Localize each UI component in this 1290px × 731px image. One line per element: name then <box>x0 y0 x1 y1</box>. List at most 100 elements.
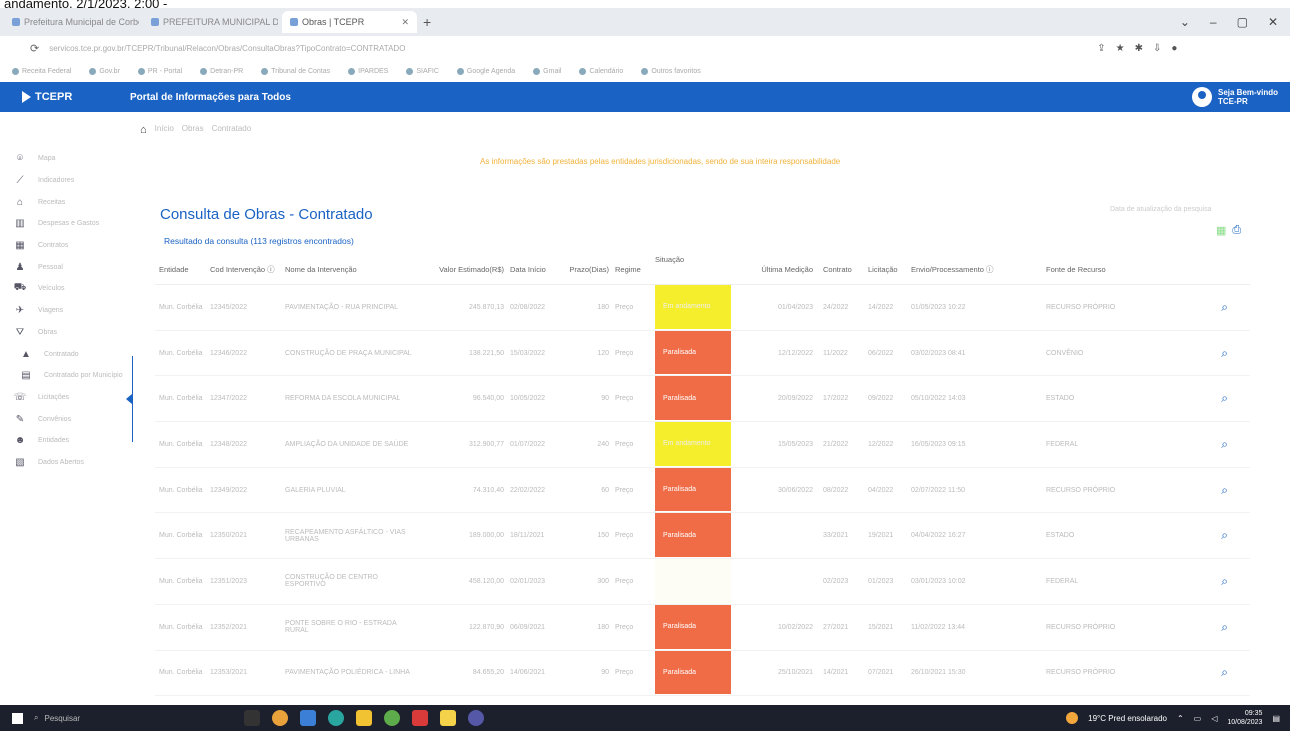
cell-inicio: 22/02/2022 <box>510 486 546 494</box>
bookmark[interactable]: Outros favoritos <box>641 67 701 75</box>
sidebar-item[interactable]: ▥ Despesas e Gastos <box>12 213 132 235</box>
cell-contrato: 14/2021 <box>823 669 849 677</box>
cell-prazo: 300 <box>597 577 609 585</box>
search-icon[interactable]: ⌕ <box>1221 437 1228 451</box>
sidebar-item[interactable]: ♟ Pessoal <box>12 256 132 278</box>
sidebar-item[interactable]: ✈ Viagens <box>12 300 132 322</box>
cell-envio: 04/04/2022 16:27 <box>911 532 966 540</box>
cell-licitacao: 07/2021 <box>868 669 894 677</box>
search-icon[interactable]: ⌕ <box>1221 665 1228 679</box>
print-icon[interactable]: ⎙ <box>1232 224 1241 237</box>
bookmark[interactable]: Receita Federal <box>12 67 71 75</box>
cell-medicao: 25/10/2021 <box>777 669 813 677</box>
column-header[interactable]: Contrato <box>823 265 868 274</box>
tcepr-logo[interactable]: TCEPR <box>0 91 130 103</box>
column-header[interactable]: Última Medição <box>735 265 823 274</box>
tray-arrow-icon[interactable]: ⌃ <box>1177 714 1184 723</box>
column-header[interactable]: Envio/Processamento ⓘ <box>911 264 1046 275</box>
search-icon[interactable]: ⌕ <box>1221 346 1228 360</box>
column-header[interactable]: Licitação <box>868 265 911 274</box>
table-body: Mun. Corbélia 12345/2022 PAVIMENTAÇÃO - RU… <box>155 285 1250 697</box>
action-cell: ⌕ <box>1161 665 1236 680</box>
bookmark[interactable]: Tribunal de Contas <box>261 67 330 75</box>
file-explorer-icon[interactable] <box>300 710 316 726</box>
clock[interactable]: 09:35 10/08/2023 <box>1227 709 1262 727</box>
extensions-icon[interactable]: ✱ <box>1135 43 1143 54</box>
breadcrumb-item[interactable]: Obras <box>182 124 204 136</box>
minimize-icon[interactable]: – <box>1210 15 1217 29</box>
search-icon[interactable]: ⌕ <box>1221 574 1228 588</box>
bookmark[interactable]: Calendário <box>579 67 623 75</box>
search-icon[interactable]: ⌕ <box>1221 620 1228 634</box>
folder-icon[interactable] <box>356 710 372 726</box>
column-header[interactable]: Situação <box>655 255 735 284</box>
bookmark[interactable]: Gov.br <box>89 67 120 75</box>
edge-icon[interactable] <box>328 710 344 726</box>
column-header[interactable]: Prazo(Dias) <box>560 265 615 274</box>
close-window-icon[interactable]: ✕ <box>1268 15 1278 29</box>
profile-icon[interactable]: ● <box>1171 43 1177 54</box>
chrome-icon[interactable] <box>272 710 288 726</box>
refresh-link[interactable]: Data de atualização da pesquisa <box>1110 206 1212 213</box>
search-icon[interactable]: ⌕ <box>1221 391 1228 405</box>
weather-text[interactable]: 19°C Pred ensolarado <box>1088 714 1167 723</box>
network-icon[interactable]: ▭ <box>1194 714 1202 723</box>
sidebar-item[interactable]: ☏ Licitações <box>12 387 132 409</box>
sidebar-item[interactable]: ⟋ Indicadores <box>12 170 132 192</box>
volume-icon[interactable]: ◁ <box>1211 714 1217 723</box>
search-icon[interactable]: ⌕ <box>1221 528 1228 542</box>
share-icon[interactable]: ⇪ <box>1097 43 1105 54</box>
column-header[interactable]: Cod Intervenção ⓘ <box>210 264 285 275</box>
excel-export-icon[interactable]: ▦ <box>1216 224 1226 237</box>
maximize-icon[interactable]: ▢ <box>1237 15 1248 29</box>
bookmark[interactable]: IPARDES <box>348 67 388 75</box>
close-tab-icon[interactable]: ✕ <box>401 17 409 28</box>
notification-icon[interactable]: ▤ <box>1272 714 1280 723</box>
browser-tab-3[interactable]: Obras | TCEPR ✕ <box>282 11 417 33</box>
sidebar-item[interactable]: ✎ Convênios <box>12 408 132 430</box>
column-header[interactable]: Valor Estimado(R$) <box>420 265 510 274</box>
home-icon[interactable]: ⌂ <box>140 124 147 136</box>
browser-tab-1[interactable]: Prefeitura Municipal de Corbélia✕ <box>4 11 139 33</box>
star-icon[interactable]: ★ <box>1116 43 1125 54</box>
bookmark[interactable]: Detran-PR <box>200 67 243 75</box>
notes-icon[interactable] <box>440 710 456 726</box>
reload-icon[interactable]: ⟳ <box>30 42 39 55</box>
status-badge: Paralisada <box>655 650 731 696</box>
sidebar-item[interactable]: ▤ Contratado por Município <box>12 365 132 387</box>
bookmark[interactable]: SIAFIC <box>406 67 439 75</box>
url-field[interactable]: servicos.tce.pr.gov.br/TCEPR/Tribunal/Re… <box>49 44 1089 53</box>
download-icon[interactable]: ⇩ <box>1153 43 1161 54</box>
chevron-down-icon[interactable]: ⌄ <box>1180 15 1190 29</box>
search-icon[interactable]: ⌕ <box>1221 300 1228 314</box>
sidebar-item[interactable]: ⛛ Obras <box>12 322 132 344</box>
task-view-icon[interactable] <box>244 710 260 726</box>
teams-icon[interactable] <box>468 710 484 726</box>
new-tab-icon[interactable]: + <box>423 14 431 30</box>
sidebar-item[interactable]: ▦ Contratos <box>12 235 132 257</box>
taskbar-search[interactable]: ⌕ Pesquisar <box>34 713 164 723</box>
column-header[interactable]: Data Início <box>510 265 560 274</box>
acrobat-icon[interactable] <box>412 710 428 726</box>
whatsapp-icon[interactable] <box>384 710 400 726</box>
column-header[interactable]: Nome da Intervenção <box>285 265 420 274</box>
windows-start-button[interactable] <box>0 712 34 724</box>
bookmark[interactable]: PR - Portal <box>137 67 182 75</box>
sidebar-item[interactable]: ☻ Entidades <box>12 430 132 452</box>
column-header[interactable]: Fonte de Recurso <box>1046 265 1161 274</box>
sidebar-item[interactable]: ⛟ Veículos <box>12 278 132 300</box>
user-menu[interactable]: Seja Bem-vindo TCE-PR <box>1191 87 1290 107</box>
sidebar-item[interactable]: ⌂ Receitas <box>12 191 132 213</box>
sidebar-item[interactable]: ▲ Contratado <box>12 343 132 365</box>
browser-tab-2[interactable]: PREFEITURA MUNICIPAL DE CO✕ <box>143 11 278 33</box>
bookmark[interactable]: Google Agenda <box>456 67 515 75</box>
breadcrumb-item[interactable]: Início <box>155 124 174 136</box>
obras-table: Entidade Cod Intervenção ⓘ Nome da Interve… <box>155 255 1250 697</box>
column-header[interactable]: Regime <box>615 265 655 274</box>
bookmark[interactable]: Gmail <box>533 67 561 75</box>
table-row: Mun. Corbélia 12348/2022 AMPLIAÇÃO DA UNID… <box>155 422 1250 468</box>
column-header[interactable]: Entidade <box>155 265 210 274</box>
search-icon[interactable]: ⌕ <box>1221 483 1228 497</box>
sidebar-item[interactable]: ▧ Dados Abertos <box>12 452 132 474</box>
sidebar-item[interactable]: ⌾ Mapa <box>12 148 132 170</box>
